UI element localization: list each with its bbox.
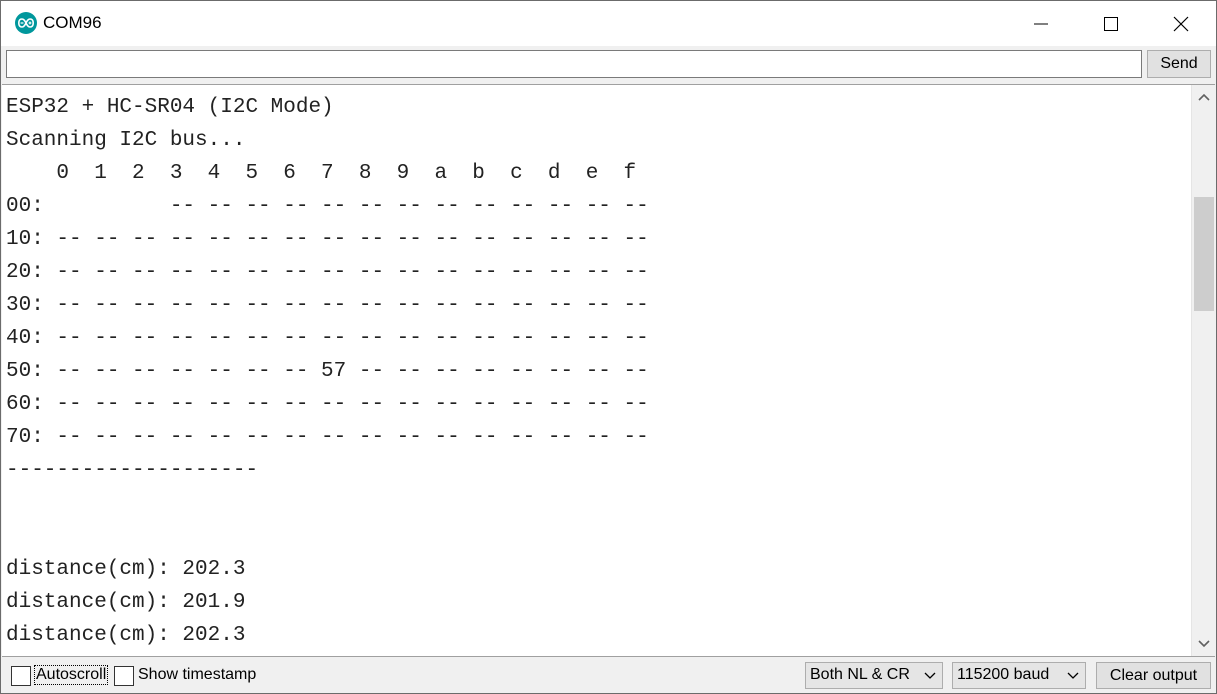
show-timestamp-label[interactable]: Show timestamp (138, 666, 256, 684)
arduino-logo-icon (15, 12, 37, 34)
vertical-scrollbar[interactable] (1191, 85, 1215, 656)
send-button[interactable]: Send (1147, 50, 1211, 78)
scroll-down-button[interactable] (1192, 632, 1215, 656)
maximize-icon (1104, 16, 1118, 31)
autoscroll-checkbox[interactable] (11, 666, 31, 686)
output-line: 30: -- -- -- -- -- -- -- -- -- -- -- -- … (6, 294, 649, 317)
output-line: distance(cm): 202.3 (6, 624, 246, 647)
serial-output[interactable]: ESP32 + HC-SR04 (I2C Mode) Scanning I2C b… (2, 84, 1215, 657)
baud-rate-value: 115200 baud (957, 666, 1050, 683)
serial-input[interactable] (6, 50, 1142, 78)
output-line: distance(cm): 202.3 (6, 558, 246, 581)
output-line: Scanning I2C bus... (6, 129, 246, 152)
window-title: COM96 (43, 13, 102, 32)
output-line: 40: -- -- -- -- -- -- -- -- -- -- -- -- … (6, 327, 649, 350)
line-ending-value: Both NL & CR (810, 666, 910, 683)
title-bar[interactable]: COM96 (1, 1, 1216, 46)
baud-rate-select[interactable]: 115200 baud (952, 662, 1086, 689)
output-line: 00: -- -- -- -- -- -- -- -- -- -- -- -- … (6, 195, 649, 218)
serial-monitor-window: COM96 Send ESP32 + HC-SR04 (I2C Mode) Sca… (0, 0, 1217, 694)
output-line: 70: -- -- -- -- -- -- -- -- -- -- -- -- … (6, 426, 649, 449)
chevron-up-icon (1198, 93, 1210, 101)
clear-output-button[interactable]: Clear output (1096, 662, 1211, 689)
scrollbar-thumb[interactable] (1194, 197, 1214, 311)
status-bar: Autoscroll Show timestamp Both NL & CR 1… (1, 658, 1216, 693)
chevron-down-icon (1067, 672, 1079, 679)
minimize-button[interactable] (1006, 1, 1076, 46)
output-text: ESP32 + HC-SR04 (I2C Mode) Scanning I2C b… (6, 91, 649, 652)
output-line: 0 1 2 3 4 5 6 7 8 9 a b c d e f (6, 162, 637, 185)
output-line: -------------------- (6, 459, 259, 482)
output-line: 50: -- -- -- -- -- -- -- 57 -- -- -- -- … (6, 360, 649, 383)
minimize-icon (1034, 23, 1048, 24)
send-bar: Send (1, 46, 1216, 83)
output-line: ESP32 + HC-SR04 (I2C Mode) (6, 96, 334, 119)
line-ending-select[interactable]: Both NL & CR (805, 662, 943, 689)
output-line: 20: -- -- -- -- -- -- -- -- -- -- -- -- … (6, 261, 649, 284)
scroll-up-button[interactable] (1192, 85, 1215, 109)
chevron-down-icon (924, 672, 936, 679)
maximize-button[interactable] (1076, 1, 1146, 46)
show-timestamp-checkbox[interactable] (114, 666, 134, 686)
output-line: distance(cm): 201.9 (6, 591, 246, 614)
output-line: 10: -- -- -- -- -- -- -- -- -- -- -- -- … (6, 228, 649, 251)
close-icon (1173, 16, 1189, 31)
close-button[interactable] (1146, 1, 1216, 46)
output-line: 60: -- -- -- -- -- -- -- -- -- -- -- -- … (6, 393, 649, 416)
autoscroll-label[interactable]: Autoscroll (33, 665, 109, 685)
chevron-down-icon (1198, 640, 1210, 648)
